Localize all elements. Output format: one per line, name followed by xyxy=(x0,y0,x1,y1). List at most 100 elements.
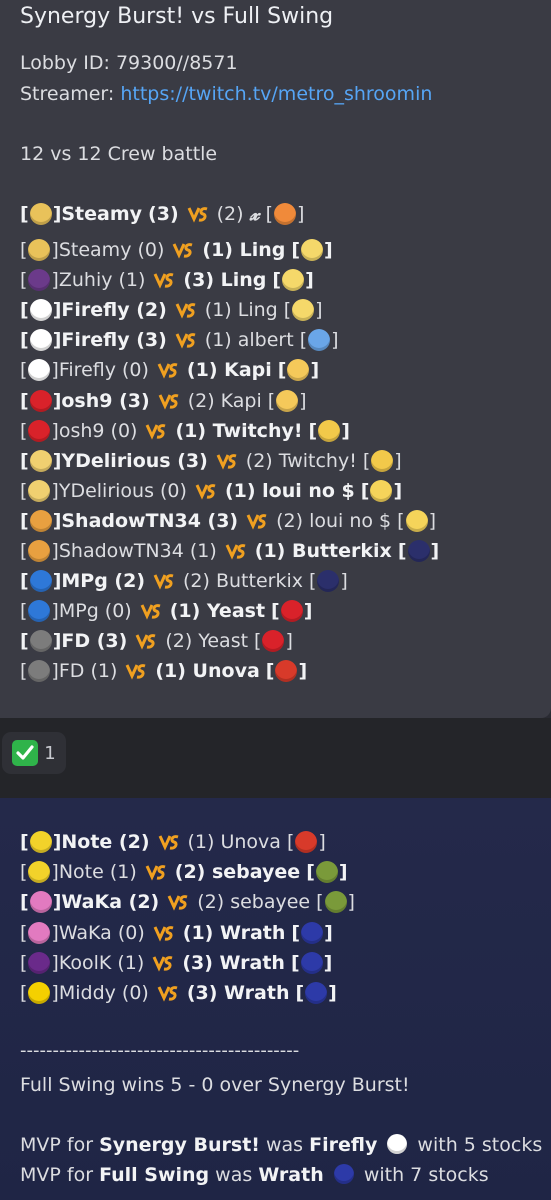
character-icon xyxy=(305,982,328,1004)
character-icon xyxy=(280,600,303,623)
message-title: Synergy Burst! vs Full Swing xyxy=(20,4,334,29)
character-icon xyxy=(28,540,51,562)
versus-icon xyxy=(175,301,197,319)
match-row: [] Firefly (2) (1) Ling[] xyxy=(20,296,323,324)
match-row: [] MPg (0) (1) Yeast[] xyxy=(20,597,312,625)
character-icon xyxy=(275,660,298,683)
left-player: YDelirious (0) xyxy=(58,479,187,502)
left-player: Zuhiy (1) xyxy=(58,269,146,292)
versus-icon xyxy=(157,361,179,380)
left-player: Firefly (3) xyxy=(61,329,167,352)
right-player: (1) Unova xyxy=(187,831,281,853)
left-player: KoolK (1) xyxy=(58,951,145,974)
mvp1-player: Firefly xyxy=(309,1134,378,1156)
left-player: osh9 (3) xyxy=(61,389,150,412)
versus-icon xyxy=(158,392,180,410)
match-row: [] Middy (0) (3) Wrath[] xyxy=(20,979,337,1007)
match-row: [] WaKa (2) (2) sebayee[] xyxy=(20,888,355,916)
left-player: FD (1) xyxy=(58,660,118,683)
versus-icon xyxy=(216,452,238,470)
character-icon xyxy=(29,389,52,412)
versus-icon xyxy=(125,662,147,681)
right-player: (2) Twitchy! xyxy=(245,449,357,472)
message-1: Synergy Burst! vs Full Swing Lobby ID: 7… xyxy=(0,0,551,718)
versus-icon xyxy=(187,205,209,223)
character-icon xyxy=(276,389,299,412)
character-icon xyxy=(317,570,340,593)
mvp1-team: Synergy Burst! xyxy=(99,1134,260,1156)
character-icon xyxy=(301,239,324,261)
character-icon xyxy=(28,479,51,502)
mvp-line-1: MVP for Synergy Burst! was Firefly with … xyxy=(20,1134,543,1156)
result-line: Full Swing wins 5 - 0 over Synergy Burst… xyxy=(20,1074,410,1096)
match-row: [] MPg (2) (2) Butterkix[] xyxy=(20,567,348,595)
character-icon xyxy=(29,630,52,653)
wrath-character-icon xyxy=(333,1164,354,1184)
versus-icon xyxy=(153,572,175,590)
left-player: WaKa (2) xyxy=(61,891,160,914)
character-icon xyxy=(315,861,338,884)
versus-icon xyxy=(145,863,167,881)
right-player: (1) Kapi xyxy=(186,359,272,382)
character-icon xyxy=(371,449,394,472)
lobby-id: Lobby ID: 79300//8571 xyxy=(20,52,238,74)
character-icon xyxy=(28,600,51,623)
character-icon xyxy=(29,299,52,322)
character-icon xyxy=(318,419,341,442)
character-icon xyxy=(29,891,52,914)
character-icon xyxy=(301,921,324,944)
right-player: (1) Twitchy! xyxy=(175,419,303,442)
right-player: (3) Wrath xyxy=(182,951,285,974)
character-icon xyxy=(407,540,430,562)
character-icon xyxy=(28,861,51,884)
right-player: (1) Butterkix xyxy=(254,540,392,562)
match-row: [] YDelirious (3) (2) Twitchy![] xyxy=(20,447,402,475)
character-icon xyxy=(300,951,323,974)
right-player: (3) Ling xyxy=(183,269,267,292)
match-row: [] osh9 (3) (2) Kapi[] xyxy=(20,387,307,415)
character-icon xyxy=(28,359,51,382)
character-icon xyxy=(29,329,52,352)
match-row: [] Note (1) (2) sebayee[] xyxy=(20,858,348,886)
match-row: [] Steamy (0) (1) Ling[] xyxy=(20,236,333,264)
character-icon xyxy=(28,239,51,261)
left-player: MPg (0) xyxy=(58,600,132,623)
character-icon xyxy=(308,329,331,352)
reaction-count: 1 xyxy=(44,742,56,764)
left-player: FD (3) xyxy=(61,630,128,653)
summary-left-score: (3) xyxy=(148,203,179,225)
right-player: (1) Wrath xyxy=(182,921,286,944)
right-player: (3) Wrath xyxy=(186,982,290,1004)
character-icon xyxy=(282,269,305,292)
character-icon xyxy=(295,831,318,853)
versus-icon xyxy=(175,331,197,349)
versus-icon xyxy=(153,924,175,942)
summary-row: [ ] Steamy (3) (2) 𝔁 [ ] xyxy=(20,200,304,228)
match-row: [] ShadowTN34 (3) (2) loui no $[] xyxy=(20,507,436,535)
versus-icon xyxy=(140,602,162,620)
match-row: [] osh9 (0) (1) Twitchy![] xyxy=(20,417,350,445)
match-row: [] Firefly (3) (1) albert[] xyxy=(20,326,339,354)
right-player: (2) Butterkix xyxy=(183,570,303,593)
left-player: Middy (0) xyxy=(58,982,149,1004)
versus-icon xyxy=(135,632,157,650)
reaction-check[interactable]: 1 xyxy=(2,732,66,774)
left-player: WaKa (0) xyxy=(58,921,145,944)
right-player: (1) Ling xyxy=(204,299,278,322)
right-player: (2) sebayee xyxy=(174,861,301,884)
streamer-link[interactable]: https://twitch.tv/metro_shroomin xyxy=(120,83,432,105)
mvp2-team: Full Swing xyxy=(99,1164,210,1186)
character-icon xyxy=(274,203,297,225)
match-row: [] WaKa (0) (1) Wrath[] xyxy=(20,919,333,947)
left-player: Firefly (0) xyxy=(58,359,149,382)
character-icon xyxy=(29,831,52,853)
character-icon xyxy=(405,509,428,532)
right-player: (1) Unova xyxy=(155,660,260,683)
match-row: [] ShadowTN34 (1) (1) Butterkix[] xyxy=(20,537,439,565)
streamer-line: Streamer: https://twitch.tv/metro_shroom… xyxy=(20,81,432,107)
match-row: [] Firefly (0) (1) Kapi[] xyxy=(20,356,319,384)
character-icon xyxy=(28,419,51,442)
battle-format: 12 vs 12 Crew battle xyxy=(20,143,218,165)
character-icon xyxy=(28,951,51,974)
left-player: YDelirious (3) xyxy=(61,449,208,472)
